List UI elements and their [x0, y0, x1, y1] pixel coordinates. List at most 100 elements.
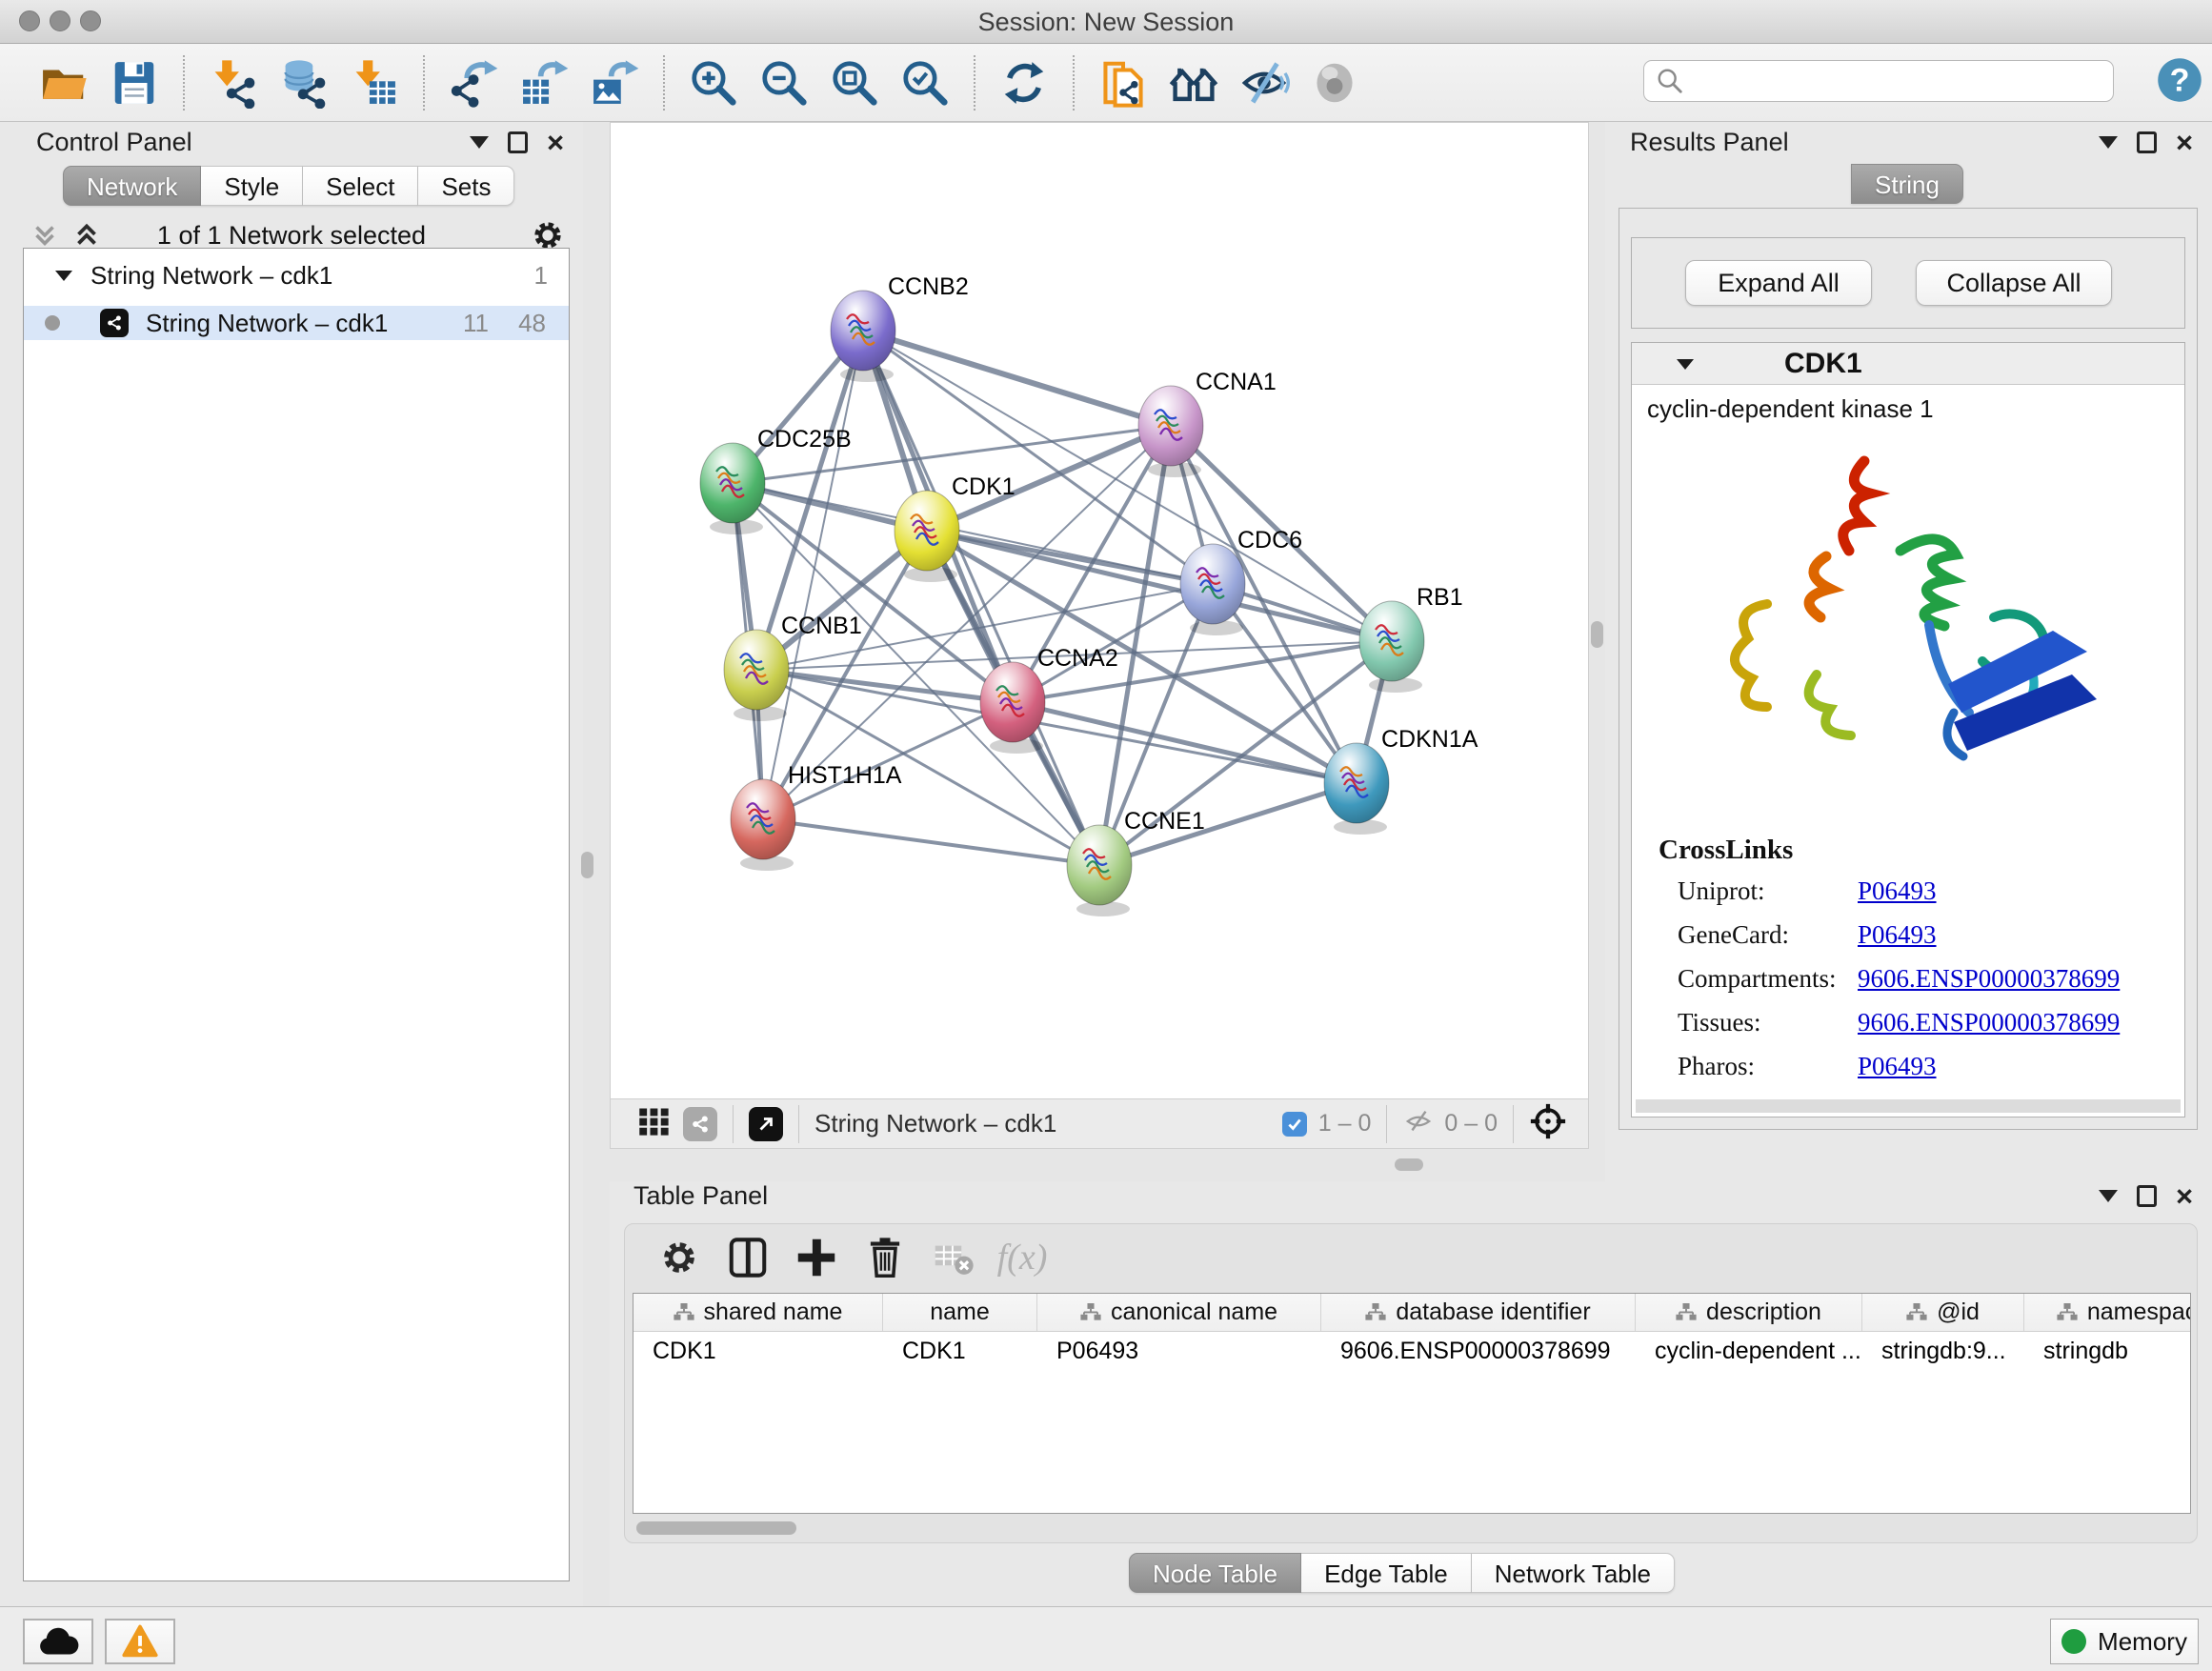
network-overview-share-icon[interactable] — [683, 1107, 717, 1141]
zoom-fit-icon[interactable] — [825, 53, 884, 112]
cybrowser-document-icon[interactable] — [1094, 53, 1153, 112]
crosslink-link-uniprot-[interactable]: P06493 — [1858, 876, 1937, 906]
edge-ccnb1-ccna2[interactable] — [756, 670, 1013, 702]
tab-select[interactable]: Select — [303, 166, 418, 206]
panel-float-icon[interactable] — [2137, 1185, 2157, 1207]
warning-status-button[interactable] — [105, 1619, 175, 1664]
tab-network[interactable]: Network — [63, 166, 201, 206]
cell-shared-name[interactable]: CDK1 — [633, 1338, 883, 1365]
panel-menu-icon[interactable] — [2099, 1190, 2118, 1202]
network-graph[interactable]: CCNB2CCNA1CDC25BCDK1CDC6RB1CCNB1CCNA2CDK… — [611, 123, 1588, 1098]
crosslink-link-tissues-[interactable]: 9606.ENSP00000378699 — [1858, 1008, 2120, 1037]
hidden-eye-icon[interactable] — [1402, 1107, 1435, 1140]
export-table-icon[interactable] — [514, 53, 573, 112]
export-network-icon[interactable] — [444, 53, 503, 112]
cell-canonical-name[interactable]: P06493 — [1037, 1338, 1321, 1365]
collapse-triangle-icon[interactable] — [1676, 357, 1695, 371]
column-header-database-identifier[interactable]: database identifier — [1321, 1294, 1636, 1331]
zoom-in-icon[interactable] — [684, 53, 743, 112]
toolbar-divider — [1073, 55, 1075, 111]
selected-checkbox-icon[interactable] — [1282, 1112, 1307, 1137]
column-header-namespace[interactable]: namespace — [2024, 1294, 2191, 1331]
cell--id[interactable]: stringdb:9... — [1862, 1338, 2024, 1365]
show-all-eye-icon — [1305, 53, 1364, 112]
cell-namespace[interactable]: stringdb — [2024, 1338, 2191, 1365]
add-column-plus-icon[interactable] — [791, 1232, 842, 1283]
function-builder-fx-icon: f(x) — [996, 1232, 1048, 1283]
import-table-file-icon[interactable] — [345, 53, 404, 112]
delete-column-trash-icon[interactable] — [859, 1232, 911, 1283]
edge-ccnb2-ccna1[interactable] — [863, 331, 1171, 426]
network-tree-root-row[interactable]: String Network – cdk1 1 — [24, 258, 569, 292]
bottom-splitter-handle[interactable] — [1395, 1158, 1423, 1171]
tab-sets[interactable]: Sets — [418, 166, 514, 206]
tab-network-table[interactable]: Network Table — [1472, 1553, 1675, 1593]
results-buttons-box: Expand All Collapse All — [1631, 237, 2185, 329]
crosslink-label-uniprot-: Uniprot: — [1678, 876, 1765, 906]
show-columns-icon[interactable] — [722, 1232, 774, 1283]
string-home-icon[interactable] — [1164, 53, 1223, 112]
cell-name[interactable]: CDK1 — [883, 1338, 1037, 1365]
tab-node-table[interactable]: Node Table — [1129, 1553, 1301, 1593]
panel-menu-icon[interactable] — [2099, 136, 2118, 149]
crosslink-link-compartments-[interactable]: 9606.ENSP00000378699 — [1858, 964, 2120, 994]
network-tree-child-row[interactable]: String Network – cdk1 11 48 — [24, 306, 569, 340]
panel-menu-icon[interactable] — [470, 136, 489, 149]
open-session-icon[interactable] — [34, 53, 93, 112]
cloud-icon — [37, 1625, 79, 1658]
edge-ccnb2-rb1[interactable] — [863, 331, 1392, 641]
tab-style[interactable]: Style — [201, 166, 303, 206]
results-scrollbar-track[interactable] — [1636, 1099, 2181, 1113]
crosslinks-title: CrossLinks — [1659, 835, 1793, 866]
crosslink-link-genecard-[interactable]: P06493 — [1858, 920, 1937, 950]
hide-unselected-eye-icon[interactable] — [1235, 53, 1294, 112]
column-header-shared-name[interactable]: shared name — [633, 1294, 883, 1331]
search-input[interactable] — [1643, 60, 2114, 102]
edge-ccna2-hist1h1a[interactable] — [763, 702, 1013, 819]
table-horizontal-scrollbar[interactable] — [636, 1521, 796, 1535]
cell-description[interactable]: cyclin-dependent ... — [1636, 1338, 1862, 1365]
tab-string[interactable]: String — [1851, 164, 1963, 204]
right-splitter-handle[interactable] — [1591, 621, 1603, 648]
network-canvas[interactable]: CCNB2CCNA1CDC25BCDK1CDC6RB1CCNB1CCNA2CDK… — [610, 122, 1589, 1099]
window-minimize-traffic-light[interactable] — [50, 10, 70, 31]
panel-float-icon[interactable] — [2137, 131, 2157, 153]
zoom-selected-icon[interactable] — [895, 53, 955, 112]
window-close-traffic-light[interactable] — [19, 10, 40, 31]
column-header--id[interactable]: @id — [1862, 1294, 2024, 1331]
crosslink-label-pharos-: Pharos: — [1678, 1052, 1755, 1081]
panel-close-icon[interactable]: × — [547, 131, 564, 153]
save-session-icon[interactable] — [105, 53, 164, 112]
crosslink-link-pharos-[interactable]: P06493 — [1858, 1052, 1937, 1081]
protein-detail-box: CDK1 cyclin-dependent kinase 1 CrossLink… — [1631, 342, 2185, 1117]
column-header-name[interactable]: name — [883, 1294, 1037, 1331]
zoom-out-icon[interactable] — [754, 53, 814, 112]
panel-close-icon[interactable]: × — [2176, 1185, 2193, 1207]
expand-all-button[interactable]: Expand All — [1685, 260, 1872, 306]
import-network-file-icon[interactable] — [204, 53, 263, 112]
panel-close-icon[interactable]: × — [2176, 131, 2193, 153]
cell-database-identifier[interactable]: 9606.ENSP00000378699 — [1321, 1338, 1636, 1365]
edge-hist1h1a-ccne1[interactable] — [763, 819, 1099, 865]
column-header-canonical-name[interactable]: canonical name — [1037, 1294, 1321, 1331]
cloud-status-button[interactable] — [23, 1619, 93, 1664]
memory-button[interactable]: Memory — [2050, 1619, 2199, 1664]
left-splitter-handle[interactable] — [581, 852, 593, 878]
import-network-database-icon[interactable] — [274, 53, 333, 112]
detach-view-icon[interactable] — [749, 1107, 783, 1141]
center-view-crosshair-icon[interactable] — [1529, 1102, 1567, 1145]
window-zoom-traffic-light[interactable] — [80, 10, 101, 31]
help-icon[interactable]: ? — [2155, 55, 2204, 105]
tree-expander-icon[interactable] — [54, 269, 73, 282]
birdseye-grid-icon[interactable] — [637, 1104, 672, 1143]
apply-layout-refresh-icon[interactable] — [995, 53, 1054, 112]
column-header-description[interactable]: description — [1636, 1294, 1862, 1331]
panel-float-icon[interactable] — [508, 131, 528, 153]
table-options-gear-icon[interactable] — [654, 1232, 705, 1283]
network-name-label: String Network – cdk1 — [146, 309, 388, 338]
protein-header[interactable]: CDK1 — [1632, 343, 2184, 385]
collapse-all-button[interactable]: Collapse All — [1916, 260, 2112, 306]
tab-edge-table[interactable]: Edge Table — [1301, 1553, 1472, 1593]
table-row[interactable]: CDK1CDK1P064939606.ENSP00000378699cyclin… — [633, 1332, 2190, 1370]
export-image-icon[interactable] — [585, 53, 644, 112]
